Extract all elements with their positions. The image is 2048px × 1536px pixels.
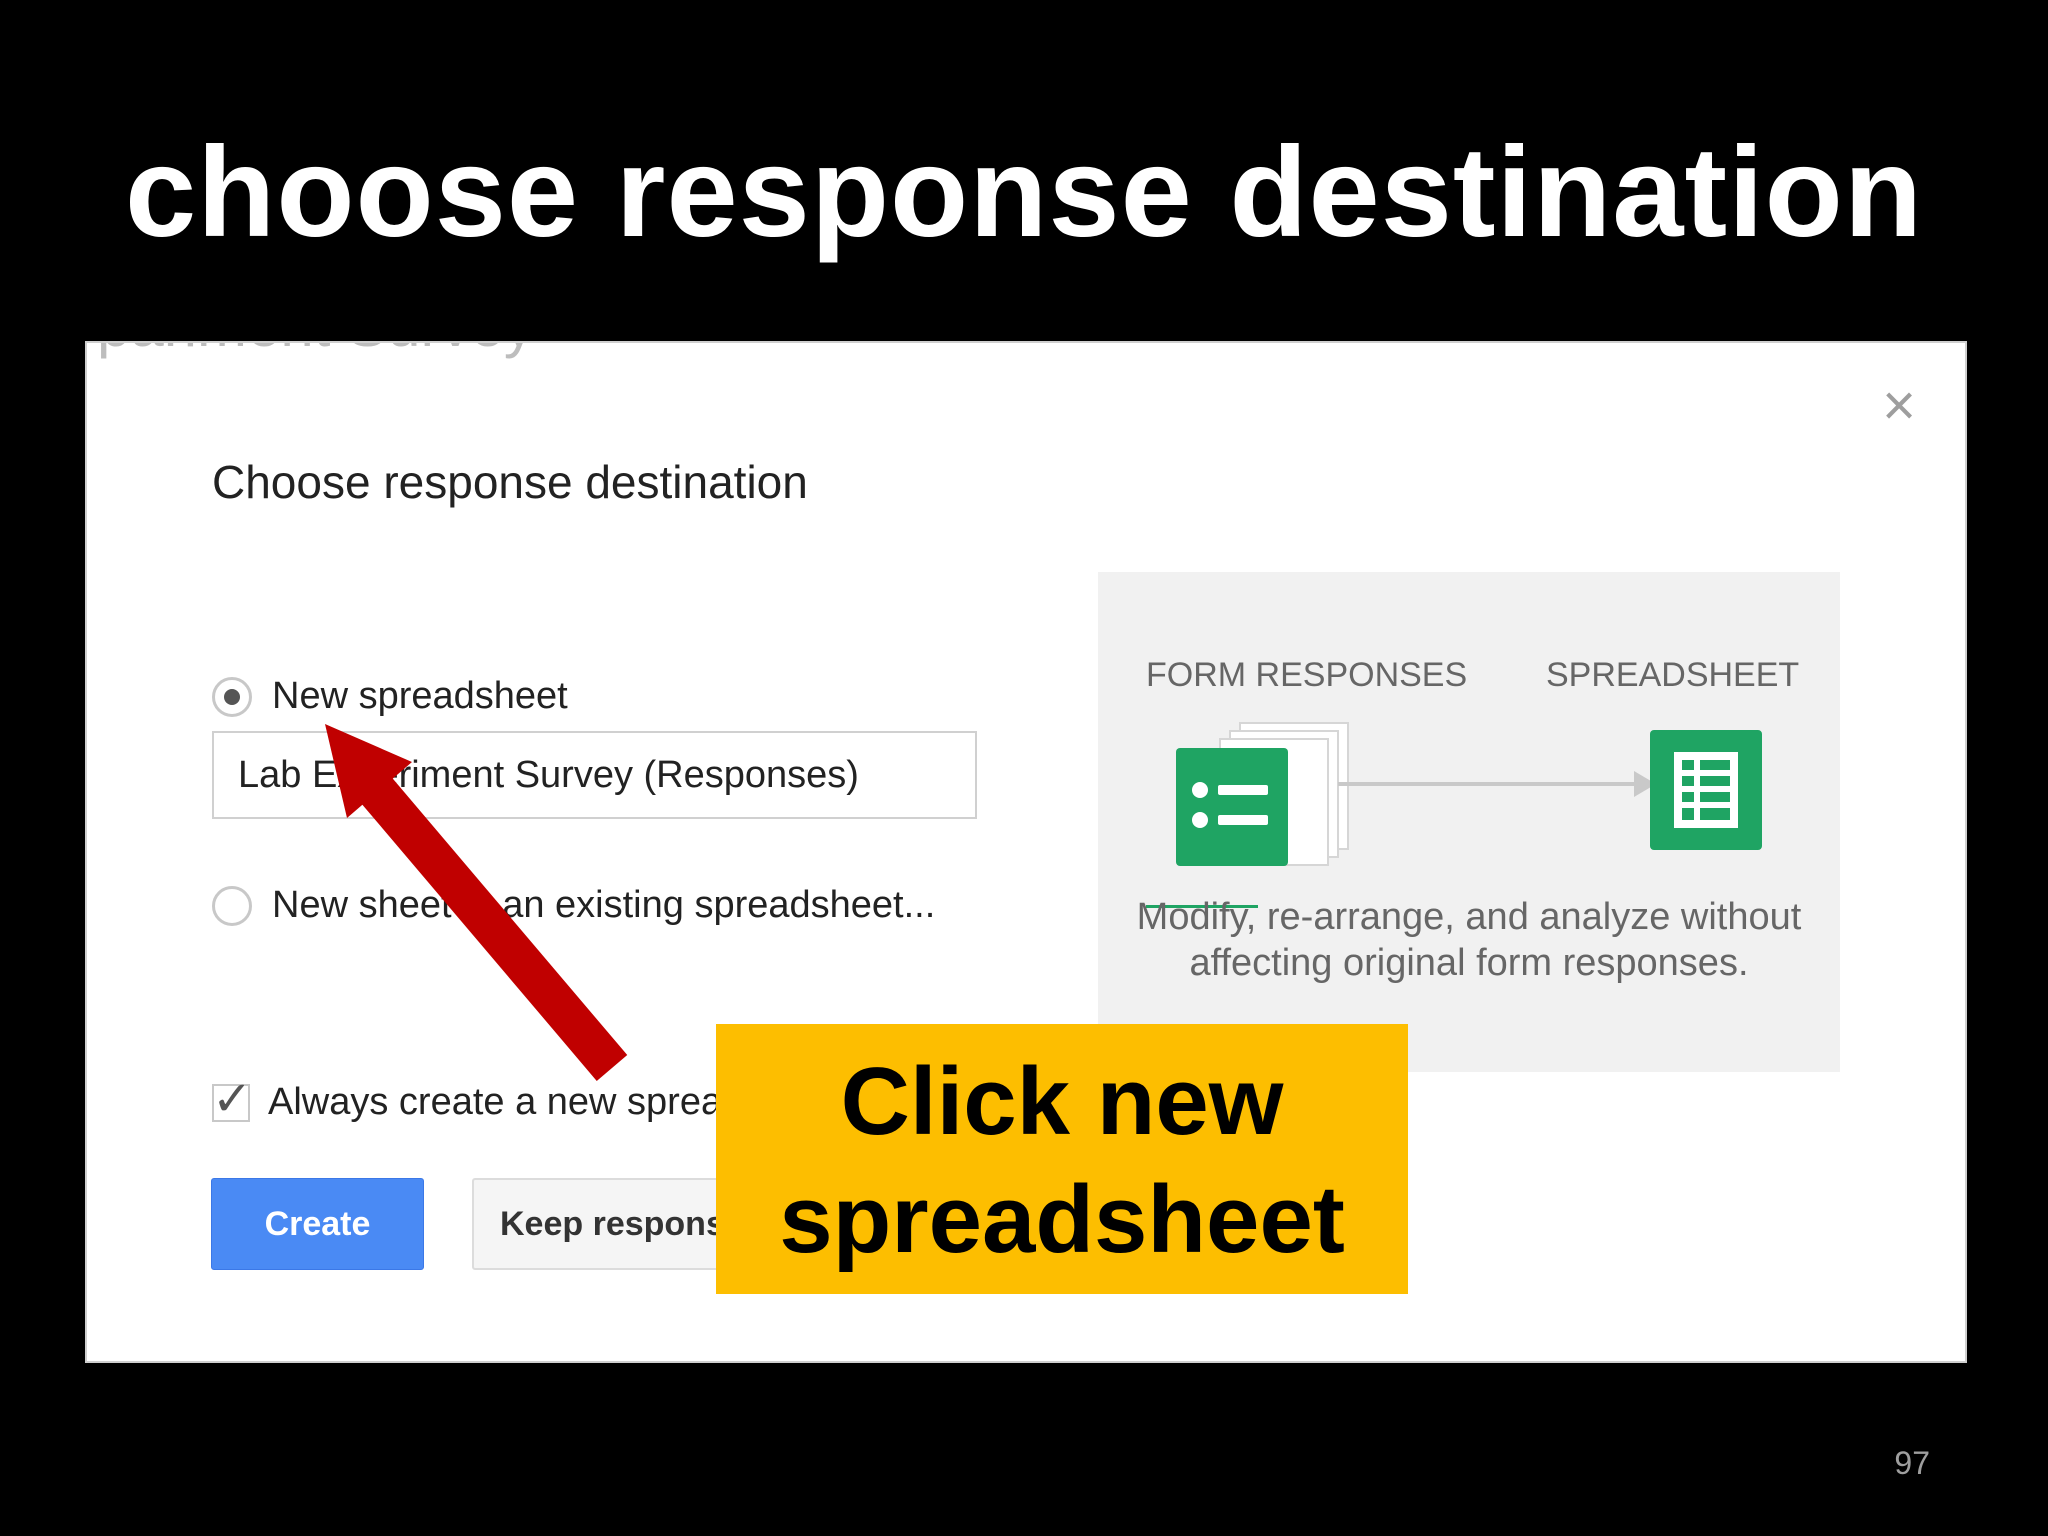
checkmark-icon: ✓	[212, 1072, 253, 1126]
new-spreadsheet-label: New spreadsheet	[272, 675, 568, 717]
google-forms-icon	[1176, 748, 1288, 871]
panel-description: Modify, re-arrange, and analyze without …	[1098, 894, 1840, 986]
callout-line: spreadsheet	[779, 1166, 1345, 1273]
slide-title: choose response destination	[124, 121, 1924, 264]
background-form-title: pariment Survey	[97, 343, 534, 360]
existing-spreadsheet-label: New sheet in an existing spreadsheet...	[272, 884, 936, 926]
callout-line: Click new	[840, 1048, 1284, 1155]
dialog-title: Choose response destination	[212, 456, 808, 508]
new-spreadsheet-option[interactable]: New spreadsheet	[212, 675, 568, 718]
create-button[interactable]: Create	[211, 1178, 424, 1270]
spreadsheet-label: SPREADSHEET	[1546, 656, 1800, 694]
page-number: 97	[1894, 1445, 1930, 1481]
existing-spreadsheet-option[interactable]: New sheet in an existing spreadsheet...	[212, 884, 935, 927]
close-icon[interactable]: ×	[1874, 377, 1924, 435]
flow-arrow-line	[1338, 782, 1638, 786]
panel-description-line: affecting original form responses.	[1189, 942, 1749, 984]
new-spreadsheet-radio[interactable]	[212, 676, 252, 717]
callout-box: Click new spreadsheet	[716, 1024, 1408, 1294]
info-panel: FORM RESPONSES SPREADSHEET Modify, re-ar…	[1098, 572, 1840, 1072]
panel-description-line: Modify, re-arrange, and analyze without	[1136, 896, 1802, 938]
form-responses-label: FORM RESPONSES	[1146, 656, 1468, 694]
always-create-checkbox[interactable]: ✓	[212, 1073, 252, 1126]
existing-spreadsheet-radio[interactable]	[212, 885, 252, 926]
google-sheets-icon	[1650, 730, 1762, 855]
spreadsheet-name-input[interactable]	[212, 731, 977, 819]
